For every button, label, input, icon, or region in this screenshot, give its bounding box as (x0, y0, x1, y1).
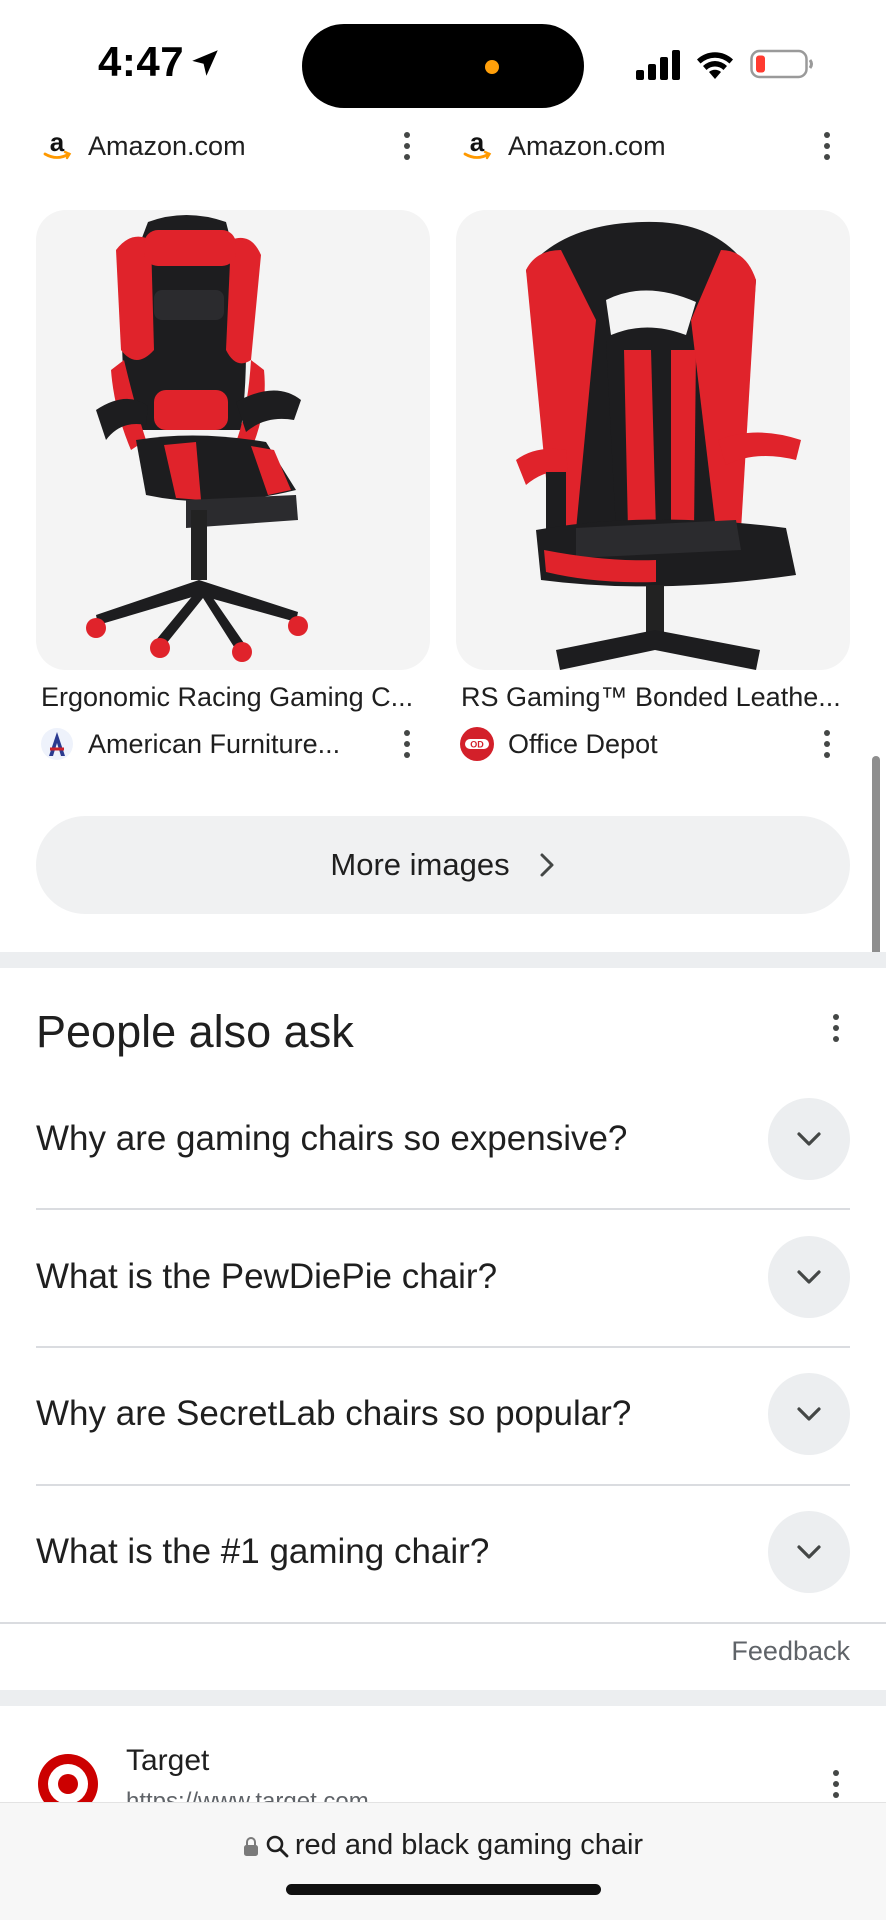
image-source-row[interactable]: a Amazon.com (460, 126, 666, 166)
wifi-icon (697, 52, 733, 79)
image-caption-source-name: American Furniture... (88, 728, 341, 759)
svg-text:a: a (470, 129, 485, 157)
people-also-ask-heading: People also ask (36, 1006, 354, 1057)
location-arrow-icon (192, 50, 218, 76)
question-text: Why are SecretLab chairs so popular? (36, 1394, 632, 1433)
gaming-chair-image (516, 221, 801, 670)
svg-text:a: a (50, 129, 65, 157)
image-caption-source[interactable]: American Furniture... (40, 724, 340, 764)
question-text: Why are gaming chairs so expensive? (36, 1119, 628, 1158)
more-images-button[interactable]: More images (36, 816, 850, 914)
image-caption-source[interactable]: OD Office Depot (460, 724, 658, 764)
amazon-logo-icon: a (460, 129, 494, 163)
question-text: What is the #1 gaming chair? (36, 1532, 490, 1571)
google-search-results-page: 4:47 a Amazon.com a Amazon.com Ergonomic… (0, 0, 886, 1920)
browser-address-bar[interactable]: red and black gaming chair (0, 1802, 886, 1920)
divider (0, 1622, 886, 1624)
status-bar: 4:47 (0, 0, 886, 130)
question-text: What is the PewDiePie chair? (36, 1257, 498, 1296)
image-source-name: Amazon.com (88, 130, 246, 161)
more-options-icon[interactable] (824, 1008, 848, 1048)
office-depot-logo-icon: OD (460, 727, 494, 761)
people-also-ask-question[interactable]: Why are SecretLab chairs so popular? (36, 1346, 850, 1482)
people-also-ask-question[interactable]: What is the #1 gaming chair? (36, 1484, 850, 1620)
battery-low-icon (750, 49, 813, 79)
address-field[interactable]: red and black gaming chair (0, 1829, 886, 1862)
dynamic-island (302, 24, 584, 108)
section-divider (0, 1690, 886, 1706)
lock-icon (243, 1836, 258, 1856)
more-options-icon[interactable] (824, 1764, 848, 1804)
home-indicator[interactable] (286, 1884, 601, 1895)
image-result-thumbnail[interactable] (456, 210, 850, 670)
search-icon (266, 1835, 289, 1857)
section-divider (0, 952, 886, 968)
image-source-name: Amazon.com (508, 130, 666, 161)
expand-chevron-down-icon[interactable] (768, 1373, 850, 1455)
people-also-ask-question[interactable]: What is the PewDiePie chair? (36, 1209, 850, 1345)
result-site-name[interactable]: Target (126, 1744, 209, 1778)
cellular-signal-icon (636, 50, 680, 80)
chevron-right-icon (540, 853, 554, 877)
expand-chevron-down-icon[interactable] (768, 1236, 850, 1318)
scrollbar[interactable] (872, 756, 880, 962)
feedback-link[interactable]: Feedback (731, 1636, 850, 1667)
expand-chevron-down-icon[interactable] (768, 1511, 850, 1593)
image-result-title[interactable]: Ergonomic Racing Gaming C... (41, 682, 427, 713)
more-options-icon[interactable] (815, 724, 839, 764)
search-query-text: red and black gaming chair (294, 1829, 644, 1861)
image-caption-source-name: Office Depot (508, 728, 658, 759)
more-options-icon[interactable] (815, 126, 839, 166)
gaming-chair-image (86, 215, 308, 662)
privacy-indicator-dot (485, 60, 499, 74)
american-furniture-logo-icon (40, 727, 74, 761)
image-source-row[interactable]: a Amazon.com (40, 126, 246, 166)
more-options-icon[interactable] (395, 724, 419, 764)
image-result-thumbnail[interactable] (36, 210, 430, 670)
amazon-logo-icon: a (40, 129, 74, 163)
more-options-icon[interactable] (395, 126, 419, 166)
status-time: 4:47 (98, 38, 185, 85)
more-images-label: More images (330, 847, 510, 882)
expand-chevron-down-icon[interactable] (768, 1098, 850, 1180)
image-result-title[interactable]: RS Gaming™ Bonded Leathe... (461, 682, 847, 713)
svg-text:OD: OD (470, 740, 484, 750)
people-also-ask-question[interactable]: Why are gaming chairs so expensive? (36, 1071, 850, 1207)
